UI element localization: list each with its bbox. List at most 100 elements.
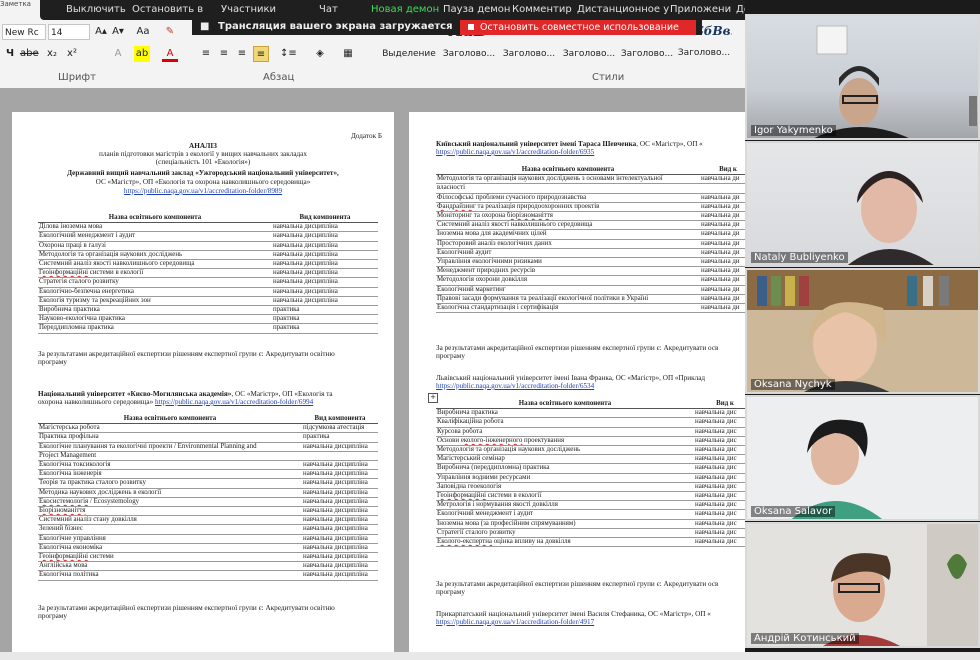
table-row: Практика профільна практика (38, 432, 378, 443)
accreditation-link[interactable]: https://public.naqa.gov.ua/v1/accreditat… (436, 382, 594, 390)
shrink-font-icon[interactable]: A▾ (110, 24, 126, 40)
result-text: програму (436, 588, 465, 596)
component-type-cell: навчальна дис (694, 537, 745, 548)
component-type-cell: навчальна дисципліна (302, 561, 378, 572)
strikethrough-button[interactable]: abe (20, 46, 39, 62)
component-name-cell: Іноземна мова для академічних цілей (436, 229, 700, 240)
apps-button[interactable]: Приложени (670, 4, 731, 15)
accreditation-link[interactable]: https://public.naqa.gov.ua/v1/accreditat… (436, 148, 594, 156)
grow-font-icon[interactable]: A▴ (93, 24, 109, 40)
component-name-cell: Екологічна інженерія (38, 469, 302, 480)
component-type-cell: навчальна ди (700, 266, 745, 277)
addendum-label: Додаток Б (350, 132, 382, 140)
pause-share-button[interactable]: Пауза демон (443, 4, 510, 15)
table-row: Системний аналіз якості навколишнього се… (436, 220, 745, 231)
accreditation-link[interactable]: https://public.naqa.gov.ua/v1/accreditat… (436, 618, 594, 626)
components-table: Назва освітнього компонента Вид компонен… (38, 415, 378, 581)
align-right-icon[interactable]: ≡ (234, 46, 250, 62)
components-table: Назва освітнього компонента Вид к Виробн… (436, 400, 745, 548)
component-name-cell: Екологічний маркетинг (436, 285, 700, 295)
table-row: Екологічний аудит навчальна ди (436, 248, 745, 259)
table-row: Філософські проблеми сучасного природозн… (436, 193, 745, 203)
table-row: Моніторинг та охорона біорізноманіття нав… (436, 211, 745, 222)
share-status-text: Трансляция вашего экрана загружается (218, 21, 453, 32)
stop-share-button[interactable]: Остановить совместное использование (460, 20, 696, 35)
table-row: Виробнича практика навчальна дис (436, 408, 745, 419)
clear-format-icon[interactable]: ✎ (162, 24, 178, 40)
stop-video-button[interactable]: Остановить в (132, 4, 203, 15)
document-page-left[interactable]: Додаток Б АНАЛІЗ планів підготовки магіс… (12, 112, 394, 652)
table-row: Зелений бізнес навчальна дисципліна (38, 524, 378, 535)
font-color-icon[interactable]: A (162, 46, 178, 62)
component-type-cell: навчальна ди (700, 257, 745, 268)
component-type-cell: навчальна дисципліна (302, 469, 378, 480)
participant-video-icon (814, 25, 977, 138)
component-type-cell: навчальна ди (700, 229, 745, 240)
change-case-icon[interactable]: Aa (135, 24, 151, 40)
component-type-cell: навчальна ди (700, 220, 745, 231)
component-name-cell: Науково-екологічна практика (38, 314, 272, 325)
table-row: Заповідна геоекологія навчальна дис (436, 482, 745, 493)
table-row: Управління екологічними ризиками навчальн… (436, 257, 745, 268)
video-tile[interactable]: Oksana Salavor (745, 395, 980, 521)
component-name-cell: Ділова іноземна мова (38, 222, 272, 233)
component-type-cell: навчальна дис (694, 473, 745, 483)
highlight-icon[interactable]: ab (134, 46, 150, 62)
new-share-button[interactable]: Новая демон (371, 4, 439, 15)
table-row: Екологічний менеджмент і аудит навчальна … (436, 509, 745, 520)
table-row: Екологія туризму та рекреаційних зон навч… (38, 296, 378, 307)
component-type-cell (700, 183, 745, 194)
chat-button[interactable]: Чат (319, 4, 338, 15)
align-left-icon[interactable]: ≡ (198, 46, 214, 62)
style-name: Выделение (382, 49, 436, 59)
justify-icon[interactable]: ≡ (253, 46, 269, 62)
uni-program-line: охорона навколишнього середовища» https:… (38, 398, 313, 406)
result-text: За результатами акредитаційної експертиз… (436, 344, 719, 352)
component-type-cell: навчальна дис (694, 445, 745, 456)
video-tile[interactable]: Андрій Котинський (745, 522, 980, 648)
component-type-cell: навчальна ди (700, 211, 745, 222)
doc-specialty: (спеціальність 101 «Екологія») (155, 158, 251, 166)
component-type-cell: практика (272, 314, 378, 325)
font-size-select[interactable]: 14 (48, 24, 90, 40)
borders-icon[interactable]: ▦ (340, 46, 356, 62)
document-page-right[interactable]: Київський національний університет імені… (409, 112, 745, 652)
component-name-cell: Просторовий аналіз екологічних даних (436, 239, 700, 249)
component-type-cell: навчальна дисципліна (302, 524, 378, 535)
component-name-cell: Екологічне управління (38, 534, 302, 544)
underline-button[interactable]: Ч (2, 46, 18, 62)
styles-group-label: Стили (592, 72, 625, 83)
line-spacing-icon[interactable]: ↕≡ (280, 46, 297, 62)
component-type-cell: навчальна ди (700, 202, 745, 213)
accreditation-link[interactable]: https://public.naqa.gov.ua/v1/accreditat… (155, 398, 313, 406)
annotate-button[interactable]: Комментир (512, 4, 572, 15)
video-tile[interactable]: Igor Yakymenko (745, 14, 980, 140)
participants-button[interactable]: Участники (221, 4, 276, 15)
component-name-cell: Екологічна токсикологія (38, 460, 302, 471)
video-tile[interactable]: Nataly Bubliyenko (745, 141, 980, 267)
table-row: власності (436, 183, 745, 194)
subscript-button[interactable]: x₂ (44, 46, 60, 62)
component-type-cell: навчальна дисципліна (272, 250, 378, 261)
share-status-icon: ■ (200, 21, 210, 32)
component-type-cell: навчальна дисципліна (272, 277, 378, 288)
component-type-cell: навчальна ди (700, 174, 745, 185)
shading-icon[interactable]: ◈ (312, 46, 328, 62)
component-type-cell: практика (272, 323, 378, 334)
component-name-cell: Фандрайзинг та реалізація природоохоронн… (436, 202, 700, 213)
accreditation-link[interactable]: https://public.naqa.gov.ua/v1/accreditat… (12, 187, 394, 195)
table-move-handle-icon[interactable]: + (428, 393, 438, 403)
font-name-select[interactable]: New Rc (2, 24, 46, 40)
video-tile[interactable]: Oksana Nychyk (745, 268, 980, 394)
table-row: Фандрайзинг та реалізація природоохоронн… (436, 202, 745, 213)
uni-name: Київський національний університет імені… (436, 140, 637, 148)
mute-button[interactable]: Выключить (66, 4, 126, 15)
superscript-button[interactable]: x² (64, 46, 80, 62)
component-name-cell: Біорізноманіття (38, 506, 302, 517)
window-title: Заметка ст (0, 0, 31, 7)
text-effects-icon[interactable]: A (110, 46, 126, 62)
component-name-cell: Системний аналіз стану довкілля (38, 515, 302, 526)
component-type-cell: навчальна дис (694, 491, 745, 502)
remote-control-button[interactable]: Дистанционное у (577, 4, 669, 15)
align-center-icon[interactable]: ≡ (216, 46, 232, 62)
